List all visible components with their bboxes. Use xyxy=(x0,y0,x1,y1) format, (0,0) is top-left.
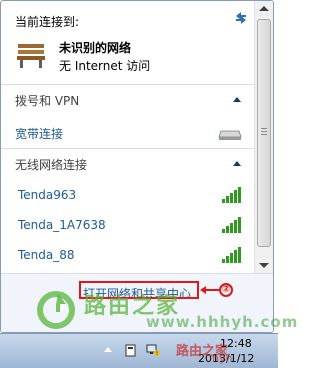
watermark-logo-icon xyxy=(37,291,75,329)
current-network-status: 无 Internet 访问 xyxy=(59,59,151,73)
wifi-network-item[interactable]: Tenda_88 xyxy=(18,248,75,262)
collapse-chevron-icon[interactable] xyxy=(233,161,241,166)
vertical-scrollbar[interactable] xyxy=(254,1,273,273)
scroll-up-arrow-icon[interactable] xyxy=(259,6,269,11)
modem-icon xyxy=(218,130,242,140)
scroll-thumb[interactable] xyxy=(257,19,271,247)
collapse-chevron-icon[interactable] xyxy=(233,97,241,102)
signal-strength-icon xyxy=(222,187,241,203)
public-network-bench-icon xyxy=(17,44,45,68)
watermark-stamp-sub: hyh xyxy=(212,352,233,365)
broadband-connection-item[interactable]: 宽带连接 xyxy=(15,125,63,142)
connected-to-heading: 当前连接到: xyxy=(15,15,80,29)
grip-line xyxy=(261,134,267,135)
show-hidden-icons-arrow-icon[interactable] xyxy=(104,347,112,352)
refresh-icon[interactable] xyxy=(233,10,249,26)
wifi-network-item[interactable]: Tenda963 xyxy=(18,188,76,202)
taskbar: ! 12:48 2013/1/12 xyxy=(0,333,278,368)
network-tray-icon[interactable]: ! xyxy=(146,343,160,357)
signal-strength-icon xyxy=(222,247,241,263)
current-network-name: 未识别的网络 xyxy=(59,41,132,55)
wifi-network-item[interactable]: Tenda_1A7638 xyxy=(18,218,106,232)
network-flyout: 当前连接到: 未识别的网络 无 Internet 访问 拨号和 VPN 宽带连接… xyxy=(0,0,274,333)
scroll-down-arrow-icon[interactable] xyxy=(259,263,269,268)
network-list-area: 当前连接到: 未识别的网络 无 Internet 访问 拨号和 VPN 宽带连接… xyxy=(1,1,254,273)
callout-number: ② xyxy=(219,283,233,297)
dialup-vpn-label: 拨号和 VPN xyxy=(15,94,80,108)
grip-line xyxy=(261,131,267,132)
tray-device-icon[interactable] xyxy=(124,343,138,357)
signal-strength-icon xyxy=(222,217,241,233)
grip-line xyxy=(261,128,267,129)
svg-text:!: ! xyxy=(156,351,158,357)
wireless-label: 无线网络连接 xyxy=(15,158,88,172)
wireless-section-header[interactable]: 无线网络连接 xyxy=(1,148,254,178)
annotation-arrow-icon xyxy=(200,286,219,294)
dialup-vpn-section-header[interactable]: 拨号和 VPN xyxy=(1,84,254,114)
watermark-url: www.hhhyh.com xyxy=(146,313,299,331)
